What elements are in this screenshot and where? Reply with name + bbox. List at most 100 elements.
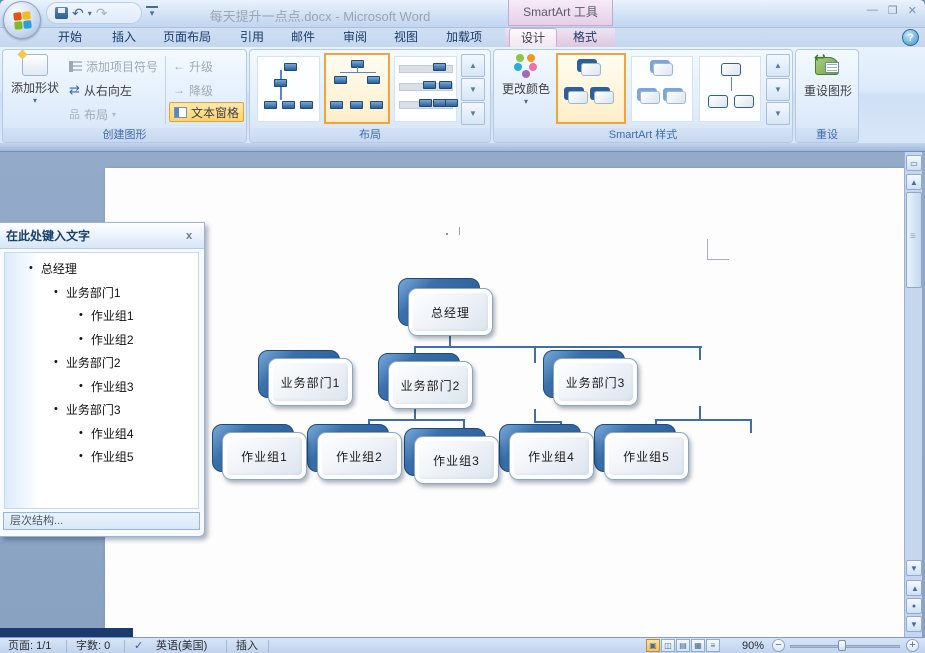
undo-dropdown-icon[interactable]: ▾ — [88, 9, 92, 18]
vertical-scrollbar: ▭ ▲ ▼ ▲ ● ▼ — [904, 152, 922, 637]
layout-thumbnail-3[interactable] — [394, 56, 458, 122]
text-pane-button[interactable]: 文本窗格 — [169, 102, 245, 122]
group-label: SmartArt 样式 — [494, 128, 792, 142]
text-pane-item[interactable]: • 作业组1 — [79, 307, 134, 323]
print-layout-view-icon[interactable]: ▣ — [646, 639, 660, 652]
tab-insert[interactable]: 插入 — [104, 28, 144, 47]
web-layout-view-icon[interactable]: ▤ — [676, 639, 690, 652]
org-node-team4[interactable]: 作业组4 — [509, 432, 594, 480]
insert-mode[interactable]: 插入 — [236, 639, 258, 653]
tab-home[interactable]: 开始 — [50, 28, 90, 47]
group-smartart-styles: 更改颜色 ▾ ▲ ▼ ▼ SmartArt 样式 — [493, 49, 793, 143]
scrollbar-thumb[interactable] — [906, 192, 922, 288]
promote-icon: ← — [173, 59, 185, 73]
org-node-root[interactable]: 总经理 — [408, 288, 493, 336]
style-thumbnail-2[interactable] — [631, 56, 693, 122]
zoom-slider-thumb[interactable] — [838, 640, 846, 651]
layout-thumbnail-2-selected[interactable] — [324, 53, 390, 124]
layout-button: 品 布局 ▾ — [69, 107, 117, 122]
scroll-down-icon[interactable]: ▼ — [906, 560, 922, 576]
style-thumbnail-3[interactable] — [699, 56, 761, 122]
document-page[interactable]: 总经理 业务部门1 业务部门2 业务部门3 作业组1 作业组2 作业组3 作业组… — [105, 168, 907, 637]
text-pane-item[interactable]: • 业务部门1 — [54, 284, 121, 300]
ruler-toggle-icon[interactable]: ▭ — [906, 155, 922, 171]
styles-gallery-scroll: ▲ ▼ ▼ — [766, 54, 790, 125]
text-pane-item[interactable]: • 作业组5 — [79, 448, 134, 464]
margin-crop-mark — [707, 259, 729, 260]
help-icon[interactable]: ? — [902, 29, 919, 46]
styles-scroll-down-icon[interactable]: ▼ — [766, 78, 790, 101]
reset-graphic-icon: ↩ — [813, 49, 843, 79]
styles-gallery-more-icon[interactable]: ▼ — [766, 102, 790, 125]
redo-icon: ↷ — [95, 5, 108, 21]
maximize-icon[interactable]: ❐ — [888, 4, 898, 17]
layout-thumbnail-1[interactable] — [257, 56, 320, 122]
customize-qat-icon[interactable]: ▾ — [146, 6, 158, 20]
text-pane-item[interactable]: • 总经理 — [29, 260, 77, 276]
scroll-up-icon[interactable]: ▲ — [906, 174, 922, 190]
reset-graphic-button[interactable]: ↩ 重设图形 — [800, 49, 856, 136]
text-pane-item[interactable]: • 作业组4 — [79, 425, 134, 441]
text-pane-item[interactable]: • 作业组3 — [79, 378, 134, 394]
tab-addins[interactable]: 加载项 — [438, 28, 490, 47]
group-label: 布局 — [250, 128, 490, 142]
text-pane-close-icon[interactable]: x — [182, 229, 196, 243]
text-pane-body[interactable]: • 总经理 • 业务部门1 • 作业组1 • 作业组2 • 业务部门2 • 作业组3 • 业务… — [4, 252, 199, 509]
status-bar: 页面: 1/1 字数: 0 ✓ 英语(美国) 插入 ▣ ◫ ▤ ▦ ≡ 90% … — [0, 637, 925, 653]
draft-view-icon[interactable]: ≡ — [706, 639, 720, 652]
tab-format[interactable]: 格式 — [562, 28, 608, 47]
right-to-left-button[interactable]: ⇄ 从右向左 — [69, 80, 132, 100]
add-bullet-icon — [69, 60, 82, 72]
org-node-team2[interactable]: 作业组2 — [317, 432, 402, 480]
smartart-tools-header: SmartArt 工具 — [508, 0, 613, 26]
fullscreen-reading-view-icon[interactable]: ◫ — [661, 639, 675, 652]
zoom-in-icon[interactable]: + — [906, 639, 919, 652]
save-icon[interactable] — [55, 7, 68, 19]
zoom-out-icon[interactable]: − — [772, 639, 785, 652]
layout-gallery-more-icon[interactable]: ▼ — [461, 102, 485, 125]
zoom-level[interactable]: 90% — [742, 639, 764, 653]
previous-page-icon[interactable]: ▲ — [906, 580, 922, 596]
styles-scroll-up-icon[interactable]: ▲ — [766, 54, 790, 77]
tab-references[interactable]: 引用 — [232, 28, 272, 47]
layout-scroll-down-icon[interactable]: ▼ — [461, 78, 485, 101]
outline-view-icon[interactable]: ▦ — [691, 639, 705, 652]
group-create-graphic: 添加形状 ▾ 添加项目符号 ⇄ 从右向左 品 布局 ▾ ← 升级 → 降级 文本… — [2, 49, 247, 143]
org-node-team1[interactable]: 作业组1 — [222, 432, 307, 480]
layout-scroll-up-icon[interactable]: ▲ — [461, 54, 485, 77]
text-pane-item[interactable]: • 作业组2 — [79, 331, 134, 347]
style-thumbnail-1-selected[interactable] — [556, 53, 626, 124]
tab-page-layout[interactable]: 页面布局 — [155, 28, 219, 47]
close-icon[interactable]: ✕ — [908, 4, 917, 17]
promote-button: ← 升级 — [173, 59, 214, 74]
spellcheck-icon[interactable]: ✓ — [134, 639, 143, 653]
next-page-icon[interactable]: ▼ — [906, 616, 922, 632]
text-pane-title: 在此处键入文字 — [0, 223, 204, 249]
tab-design[interactable]: 设计 — [509, 28, 557, 47]
change-colors-button[interactable]: 更改颜色 ▾ — [498, 52, 554, 136]
tab-view[interactable]: 视图 — [386, 28, 426, 47]
minimize-icon[interactable]: — — [867, 4, 878, 17]
tab-mailings[interactable]: 邮件 — [283, 28, 323, 47]
layout-dropdown-icon: ▾ — [112, 109, 117, 119]
org-node-dept3[interactable]: 业务部门3 — [553, 358, 638, 406]
page-indicator[interactable]: 页面: 1/1 — [8, 639, 51, 653]
text-pane-item[interactable]: • 业务部门2 — [54, 354, 121, 370]
language-indicator[interactable]: 英语(美国) — [156, 639, 207, 653]
right-to-left-icon: ⇄ — [69, 82, 80, 97]
org-node-team5[interactable]: 作业组5 — [604, 432, 689, 480]
group-divider — [165, 56, 166, 124]
add-shape-label: 添加形状 — [10, 81, 59, 95]
reset-graphic-label: 重设图形 — [803, 84, 852, 98]
org-node-dept1[interactable]: 业务部门1 — [268, 358, 353, 406]
word-count[interactable]: 字数: 0 — [76, 639, 110, 653]
org-node-dept2[interactable]: 业务部门2 — [388, 361, 473, 409]
text-pane-item[interactable]: • 业务部门3 — [54, 401, 121, 417]
undo-icon[interactable]: ↶ — [72, 6, 84, 20]
margin-crop-mark — [707, 239, 708, 260]
org-node-team3[interactable]: 作业组3 — [414, 436, 499, 484]
select-browse-object-icon[interactable]: ● — [906, 598, 922, 614]
add-shape-button[interactable]: 添加形状 ▾ — [7, 52, 63, 136]
tab-review[interactable]: 审阅 — [335, 28, 375, 47]
office-button[interactable] — [3, 1, 41, 39]
